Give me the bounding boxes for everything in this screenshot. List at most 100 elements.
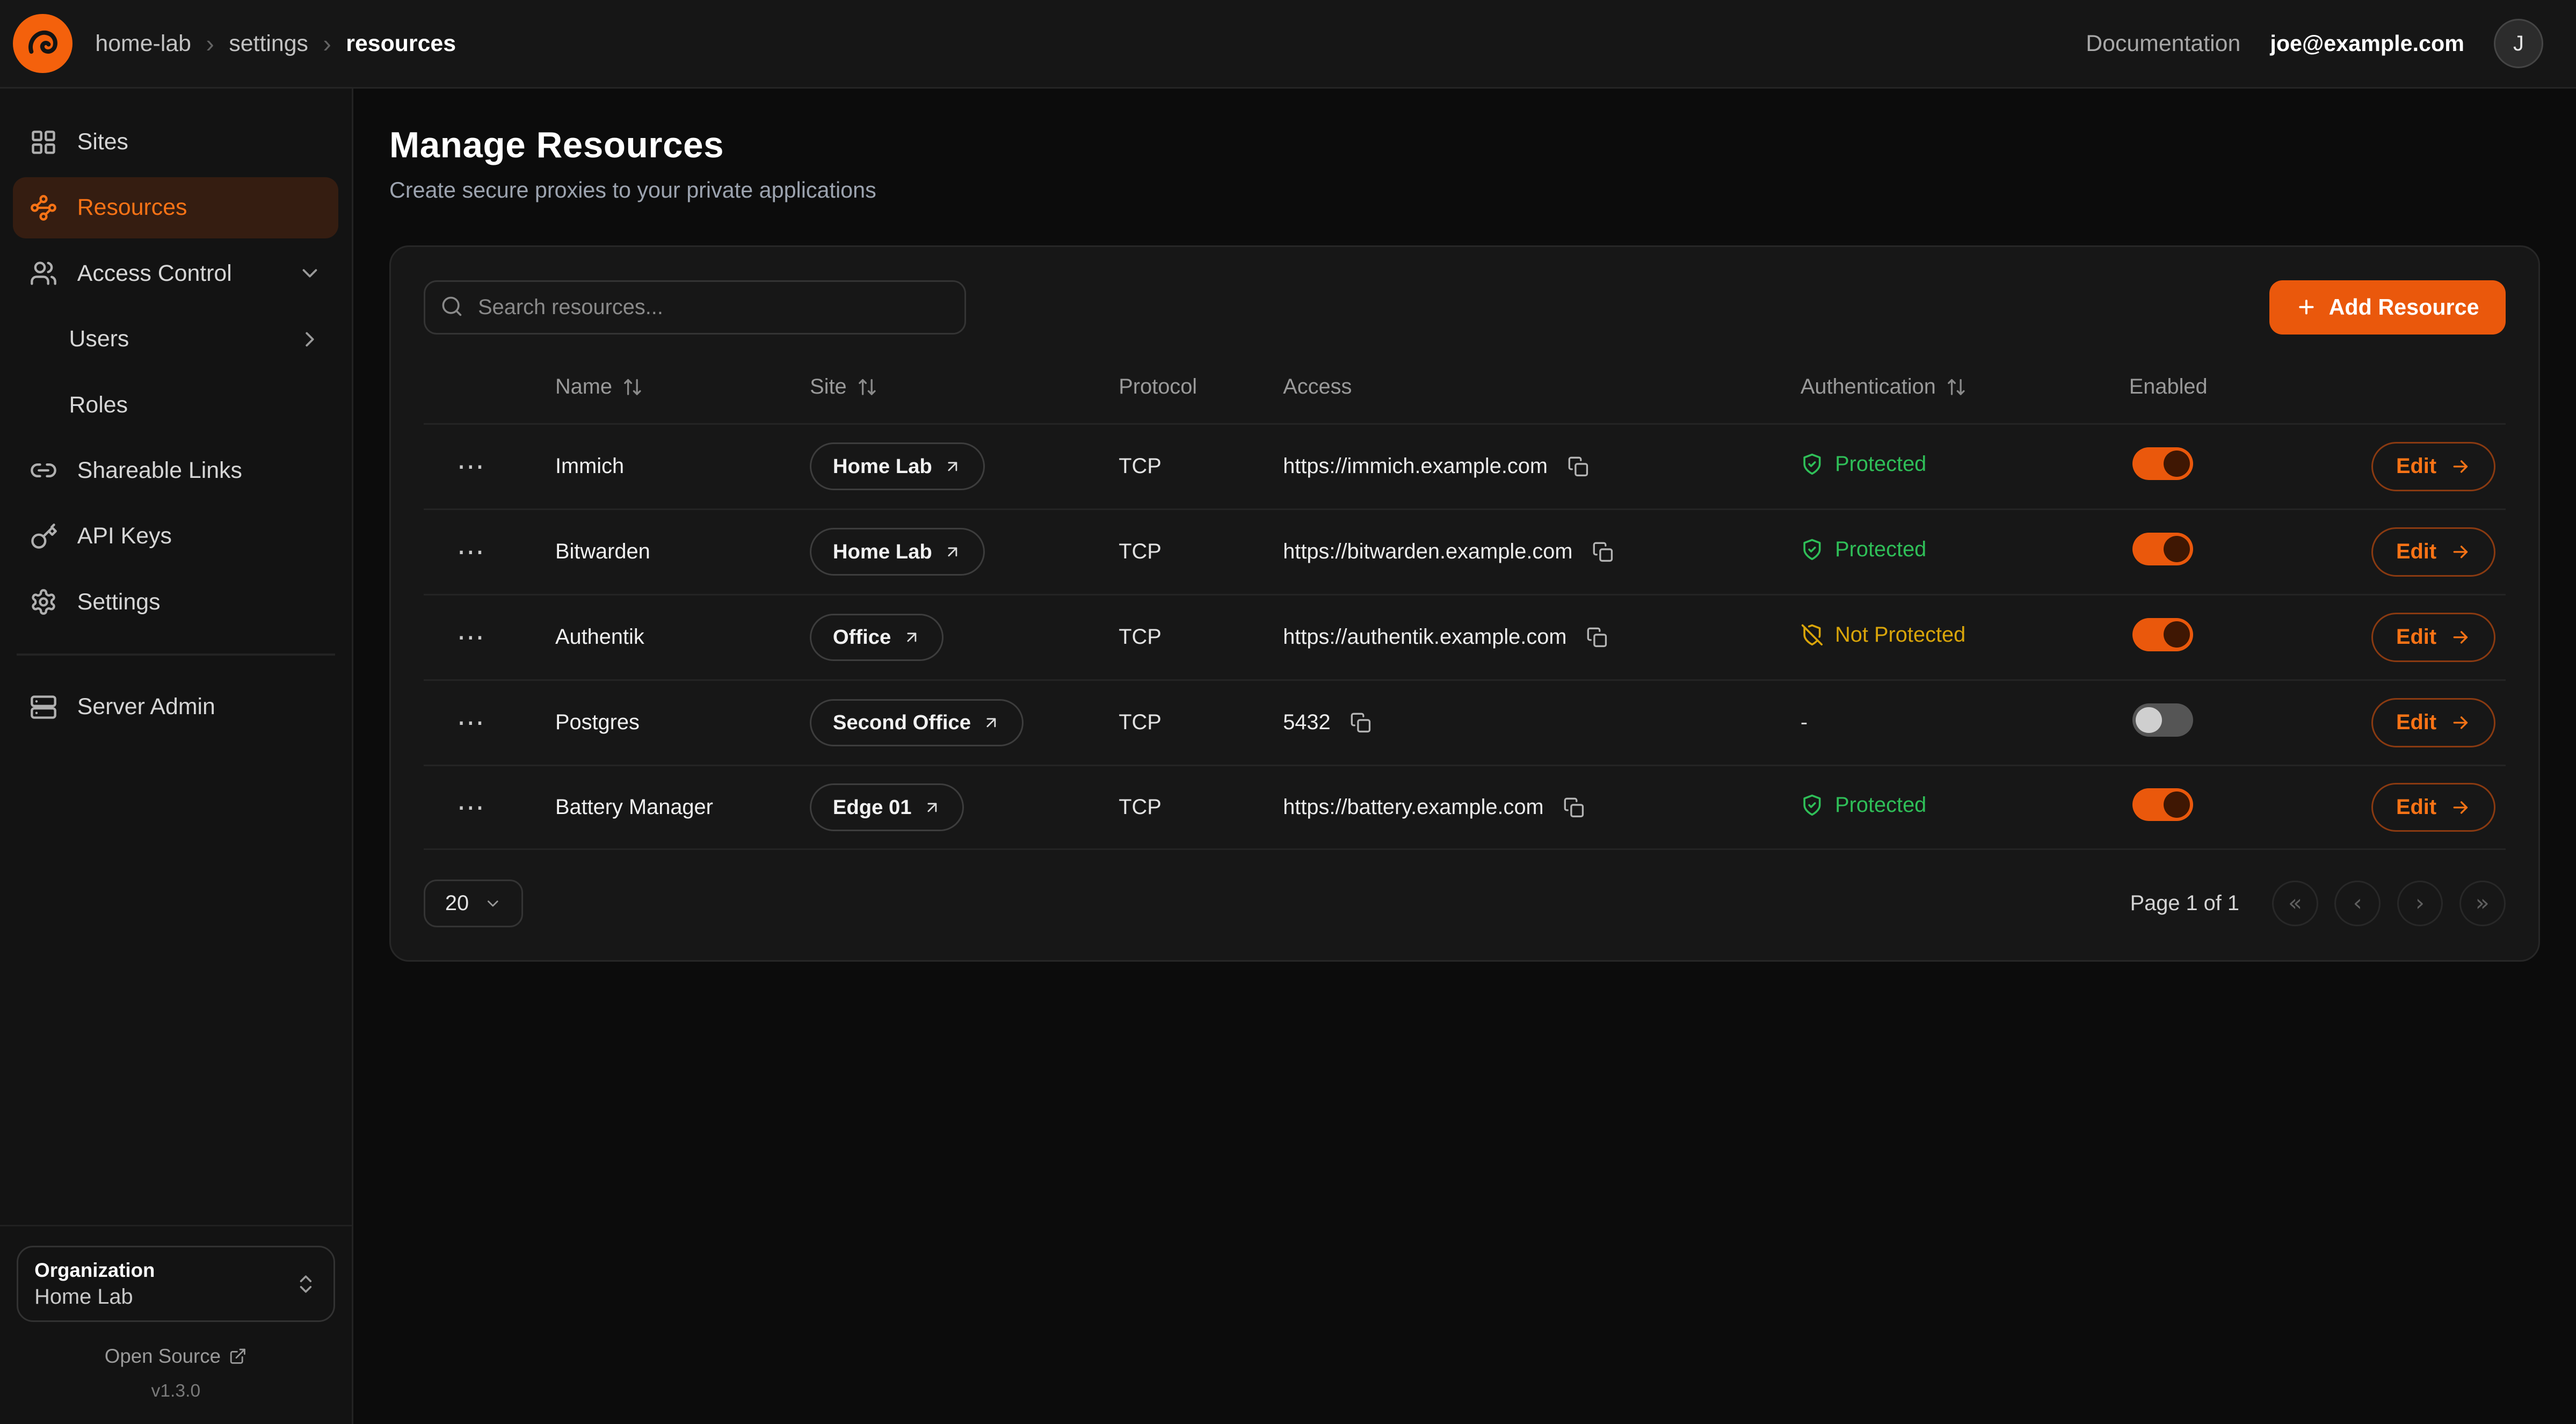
sidebar-item-label: Users — [69, 326, 129, 352]
sidebar-bottom: Organization Home Lab Open Source v1.3.0 — [0, 1225, 352, 1424]
key-icon — [30, 522, 57, 550]
row-actions-button[interactable]: ⋯ — [447, 790, 496, 824]
table-row: ⋯ Battery Manager Edge 01 TCP https://ba… — [424, 765, 2505, 850]
row-actions-button[interactable]: ⋯ — [447, 449, 496, 484]
previous-page-button[interactable]: ‹ — [2334, 881, 2381, 927]
resource-name: Immich — [555, 454, 810, 478]
grid-icon — [30, 128, 57, 156]
add-resource-button[interactable]: Add Resource — [2269, 280, 2505, 335]
site-link-button[interactable]: Edge 01 — [810, 783, 964, 831]
page-size-select[interactable]: 20 — [424, 880, 523, 927]
copy-button[interactable] — [1589, 538, 1617, 566]
breadcrumb-separator-icon: › — [206, 29, 214, 58]
shield-check-icon — [1801, 794, 1824, 817]
column-header-name[interactable]: Name — [555, 375, 810, 399]
sidebar-item-resources[interactable]: Resources — [13, 177, 338, 238]
shield-off-icon — [1801, 623, 1824, 646]
row-actions-button[interactable]: ⋯ — [447, 620, 496, 655]
app-logo-icon[interactable] — [13, 14, 72, 73]
edit-button[interactable]: Edit — [2371, 783, 2495, 832]
column-header-authentication[interactable]: Authentication — [1801, 375, 2129, 399]
site-link-button[interactable]: Second Office — [810, 699, 1024, 747]
sidebar-item-settings[interactable]: Settings — [13, 572, 338, 633]
first-page-button[interactable]: « — [2272, 881, 2318, 927]
pangolin-logo-icon — [21, 22, 64, 65]
add-resource-label: Add Resource — [2329, 295, 2479, 320]
avatar[interactable]: J — [2494, 19, 2543, 68]
sidebar-item-api-keys[interactable]: API Keys — [13, 506, 338, 566]
breadcrumb-resources[interactable]: resources — [346, 31, 456, 57]
open-source-link[interactable]: Open Source — [17, 1345, 336, 1368]
last-page-button[interactable]: » — [2459, 881, 2506, 927]
column-header-access: Access — [1283, 375, 1801, 399]
arrow-right-icon — [2450, 797, 2471, 818]
enabled-toggle[interactable] — [2132, 703, 2193, 736]
sidebar-item-sites[interactable]: Sites — [13, 112, 338, 172]
sidebar-item-server-admin[interactable]: Server Admin — [13, 677, 338, 737]
auth-status: Not Protected — [1801, 623, 1965, 647]
enabled-toggle[interactable] — [2132, 618, 2193, 651]
table-footer: 20 Page 1 of 1 « ‹ › » — [424, 880, 2505, 927]
protocol: TCP — [1119, 795, 1283, 819]
column-header-site[interactable]: Site — [810, 375, 1119, 399]
sidebar: Sites Resources Access Control Users — [0, 89, 353, 1424]
column-header-protocol: Protocol — [1119, 375, 1283, 399]
plus-icon — [2296, 296, 2317, 318]
copy-button[interactable] — [1347, 709, 1375, 737]
organization-select[interactable]: Organization Home Lab — [17, 1246, 336, 1322]
sidebar-item-label: Roles — [69, 392, 128, 418]
version-label: v1.3.0 — [17, 1381, 336, 1401]
sidebar-item-access-control[interactable]: Access Control — [13, 243, 338, 304]
breadcrumb-home-lab[interactable]: home-lab — [95, 31, 191, 57]
gear-icon — [30, 588, 57, 616]
organization-label: Organization — [34, 1259, 155, 1282]
edit-button[interactable]: Edit — [2371, 527, 2495, 577]
site-link-button[interactable]: Office — [810, 614, 944, 662]
auth-status: Protected — [1801, 452, 1926, 476]
site-name: Second Office — [833, 711, 971, 735]
enabled-toggle[interactable] — [2132, 447, 2193, 480]
column-header-enabled: Enabled — [2129, 375, 2359, 399]
sidebar-item-label: Settings — [77, 589, 161, 615]
row-actions-button[interactable]: ⋯ — [447, 535, 496, 569]
copy-button[interactable] — [1564, 453, 1592, 481]
sidebar-item-label: Resources — [77, 194, 187, 221]
search-box — [424, 280, 966, 335]
site-name: Edge 01 — [833, 796, 912, 819]
sidebar-item-label: Server Admin — [77, 694, 215, 720]
arrow-right-icon — [2450, 627, 2471, 648]
sort-icon — [857, 376, 878, 398]
page-info: Page 1 of 1 — [2130, 891, 2239, 916]
edit-button[interactable]: Edit — [2371, 698, 2495, 747]
users-icon — [30, 259, 57, 287]
arrow-right-icon — [2450, 456, 2471, 477]
sidebar-item-users[interactable]: Users — [13, 309, 338, 369]
resource-name: Battery Manager — [555, 795, 810, 819]
site-link-button[interactable]: Home Lab — [810, 442, 984, 490]
site-name: Home Lab — [833, 540, 932, 564]
edit-button[interactable]: Edit — [2371, 613, 2495, 662]
copy-icon — [1586, 627, 1608, 648]
next-page-button[interactable]: › — [2397, 881, 2443, 927]
search-input[interactable] — [424, 280, 966, 335]
external-link-icon — [229, 1347, 247, 1365]
chevrons-up-down-icon — [294, 1273, 317, 1296]
sidebar-item-roles[interactable]: Roles — [13, 374, 338, 435]
edit-button[interactable]: Edit — [2371, 442, 2495, 491]
enabled-toggle[interactable] — [2132, 788, 2193, 821]
sidebar-item-shareable-links[interactable]: Shareable Links — [13, 440, 338, 501]
breadcrumb-settings[interactable]: settings — [229, 31, 308, 57]
resources-card: Add Resource Name Site Protocol Access A… — [389, 245, 2540, 962]
row-actions-button[interactable]: ⋯ — [447, 706, 496, 740]
enabled-toggle[interactable] — [2132, 533, 2193, 565]
link-icon — [30, 456, 57, 484]
chevron-down-icon — [484, 895, 502, 913]
copy-button[interactable] — [1560, 794, 1588, 822]
documentation-link[interactable]: Documentation — [2086, 31, 2240, 57]
sidebar-item-label: Shareable Links — [77, 457, 242, 484]
breadcrumb-separator-icon: › — [323, 29, 331, 58]
copy-button[interactable] — [1583, 623, 1611, 651]
copy-icon — [1568, 456, 1589, 477]
site-link-button[interactable]: Home Lab — [810, 528, 984, 576]
table-row: ⋯ Postgres Second Office TCP 5432 — [424, 679, 2505, 765]
